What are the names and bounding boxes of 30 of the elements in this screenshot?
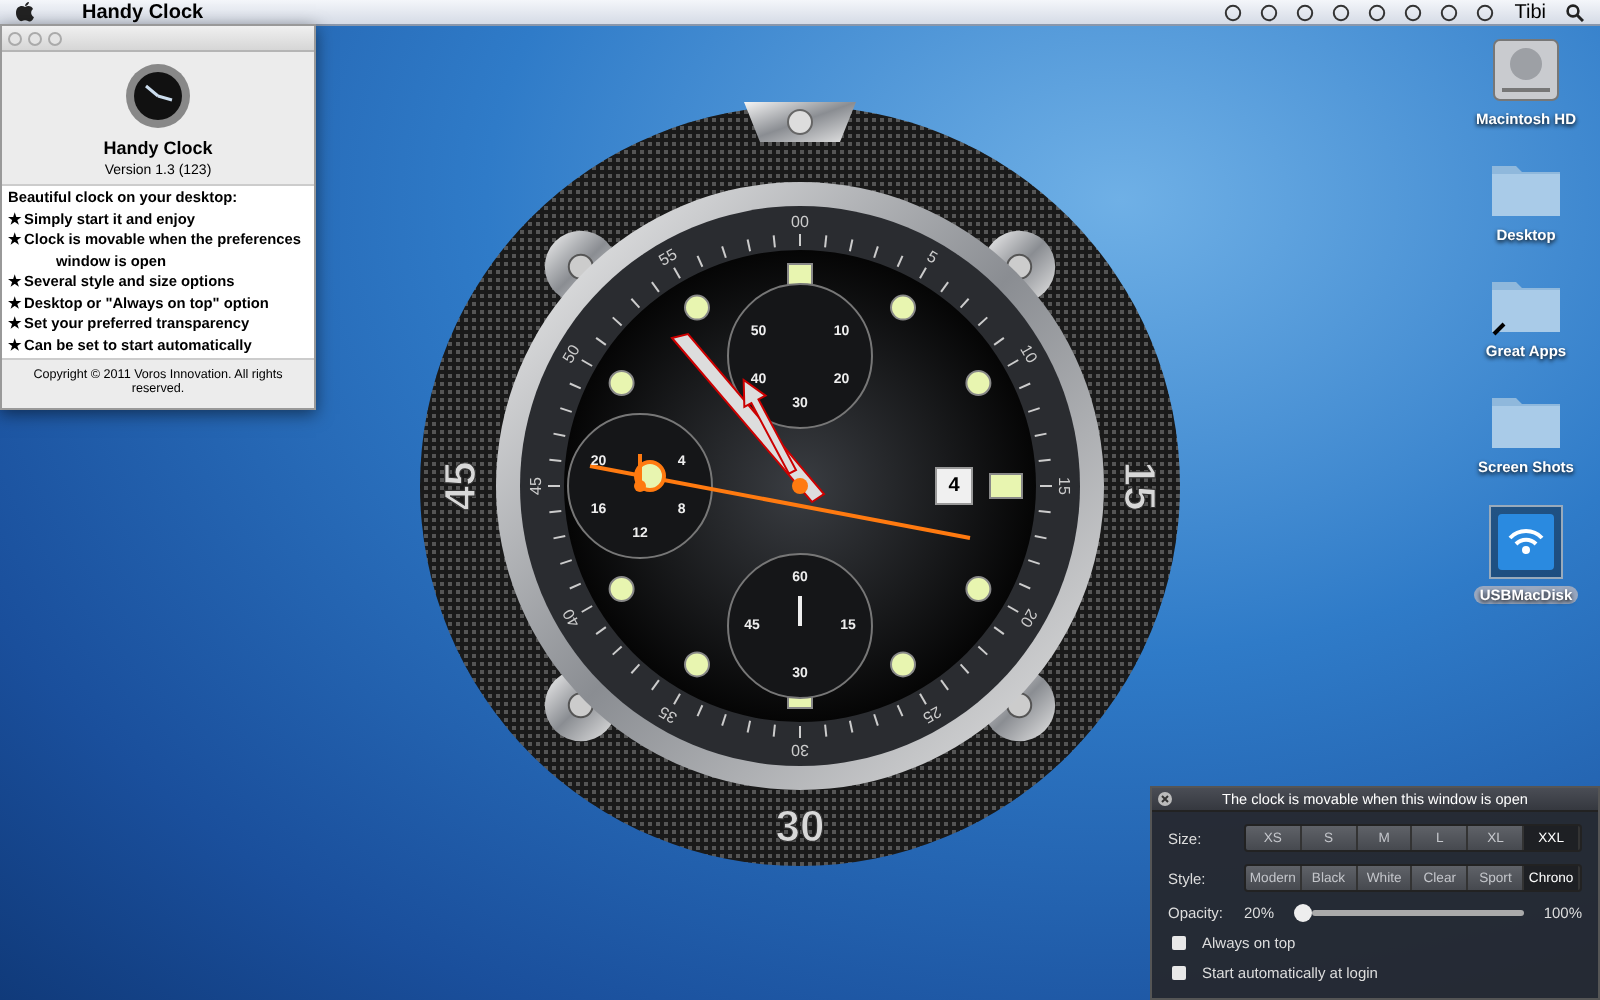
minute-number: 45 — [527, 477, 545, 495]
minute-number: 20 — [1016, 605, 1041, 631]
minute-number: 40 — [559, 605, 584, 631]
date-window — [935, 467, 973, 505]
minute-number: 00 — [791, 213, 809, 231]
checkbox[interactable] — [1172, 966, 1186, 980]
user-menu[interactable]: Tibi — [1514, 1, 1546, 23]
usb-drive-icon — [1488, 504, 1564, 580]
minute-number: 25 — [919, 702, 945, 727]
bezel-number: 15 — [1115, 461, 1165, 511]
minute-number: 35 — [655, 702, 681, 727]
clock-app-icon — [124, 62, 192, 130]
minute-number: 15 — [1055, 477, 1073, 495]
slider-thumb[interactable] — [1294, 904, 1313, 922]
app-menu-title[interactable]: Handy Clock — [82, 1, 204, 23]
close-icon[interactable] — [1158, 792, 1172, 806]
date-number: 4 — [948, 475, 960, 497]
minute-number: 50 — [559, 341, 584, 367]
app-name: Handy Clock — [101, 138, 215, 158]
minute-number: 55 — [655, 245, 681, 270]
bezel-number: 45 — [435, 461, 485, 511]
checkbox[interactable] — [1172, 936, 1186, 950]
apple-icon[interactable] — [16, 2, 34, 22]
minute-number: 5 — [923, 247, 941, 268]
bezel-number: 30 — [775, 801, 825, 851]
minute-number: 30 — [791, 741, 809, 759]
hard-drive-icon — [1489, 36, 1562, 104]
minute-number: 10 — [1016, 341, 1041, 367]
opacity-slider[interactable] — [1294, 904, 1524, 922]
search-icon[interactable] — [1566, 3, 1584, 21]
